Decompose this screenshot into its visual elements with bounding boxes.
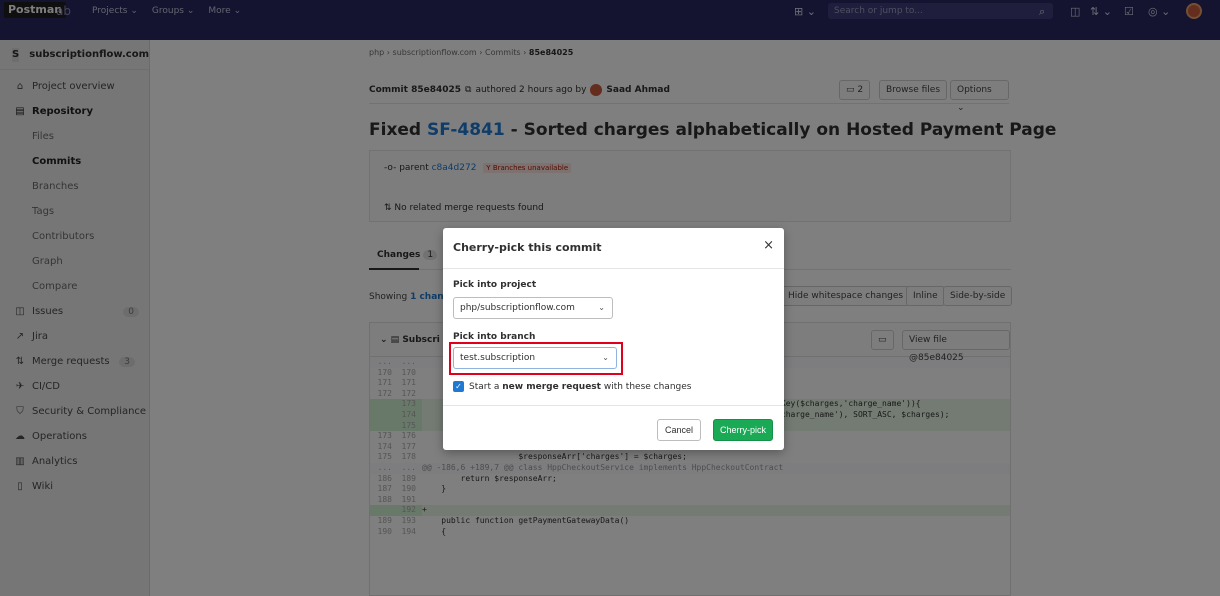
modal-divider — [443, 268, 784, 269]
checkbox-text-post: with these changes — [603, 381, 692, 392]
modal-title: Cherry-pick this commit — [453, 241, 602, 254]
chevron-down-icon: ⌄ — [598, 303, 605, 312]
project-label: Pick into project — [453, 280, 537, 290]
branch-label: Pick into branch — [453, 332, 536, 342]
cherry-pick-button[interactable]: Cherry-pick — [713, 419, 774, 441]
checkbox-text-bold: new merge request — [502, 381, 601, 392]
checkbox-text-pre: Start a — [469, 381, 500, 392]
project-select[interactable]: php/subscriptionflow.com ⌄ — [453, 297, 613, 319]
new-mr-checkbox-row[interactable]: ✓ Start a new merge request with these c… — [453, 381, 691, 392]
cancel-button[interactable]: Cancel — [657, 419, 702, 441]
close-icon[interactable]: × — [763, 238, 774, 253]
project-value: php/subscriptionflow.com — [460, 303, 575, 313]
cherry-pick-modal: Cherry-pick this commit × Pick into proj… — [443, 228, 784, 450]
branch-select-highlight — [449, 342, 623, 375]
new-mr-checkbox[interactable]: ✓ — [453, 381, 464, 392]
modal-footer-divider — [443, 405, 784, 406]
